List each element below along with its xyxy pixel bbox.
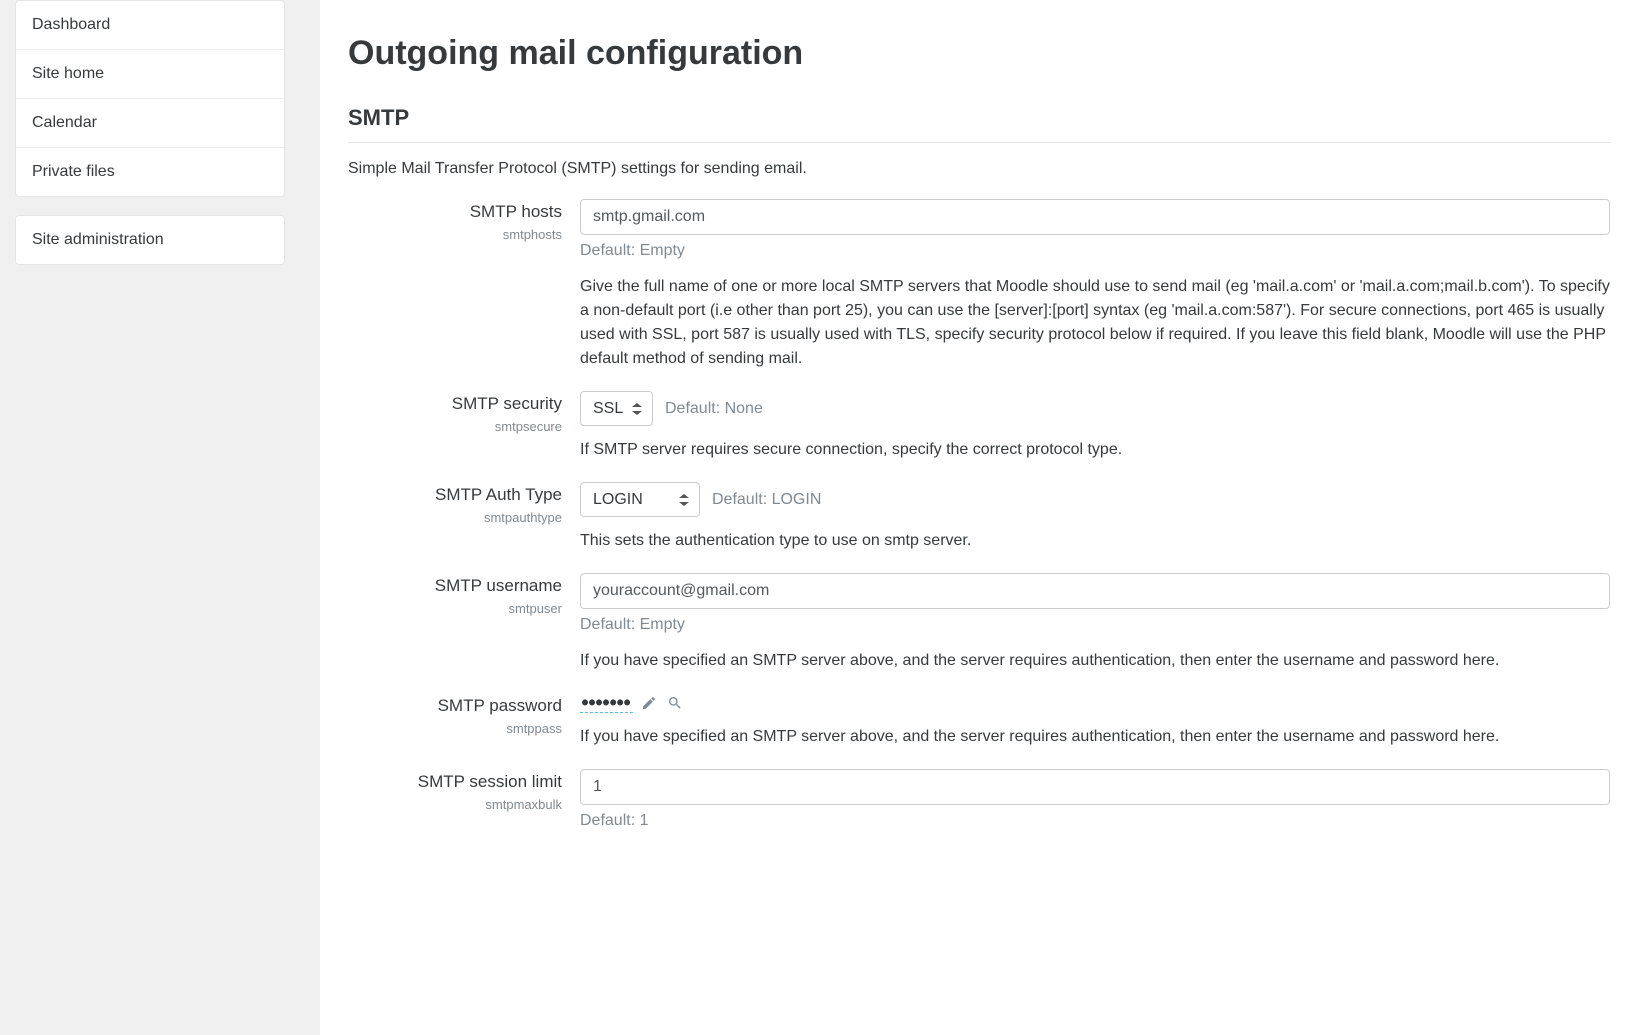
main-content: Outgoing mail configuration SMTP Simple … (320, 0, 1638, 1035)
field-smtpsecure: SMTP security smtpsecure SSL Default: No… (348, 391, 1610, 462)
sidebar-item-site-home[interactable]: Site home (16, 50, 284, 99)
field-value-col: SSL Default: None If SMTP server require… (580, 391, 1610, 462)
section-title: SMTP (348, 101, 1610, 143)
field-help: Give the full name of one or more local … (580, 275, 1610, 371)
field-help: If you have specified an SMTP server abo… (580, 725, 1610, 749)
field-setting-name: smtphosts (348, 225, 562, 245)
field-value-col: Default: 1 (580, 769, 1610, 833)
sidebar: Dashboard Site home Calendar Private fil… (0, 0, 300, 1035)
sidebar-admin-block: Site administration (15, 215, 285, 265)
sidebar-item-calendar[interactable]: Calendar (16, 99, 284, 148)
page-title: Outgoing mail configuration (348, 28, 1610, 79)
sidebar-nav-block: Dashboard Site home Calendar Private fil… (15, 0, 285, 197)
reveal-icon[interactable] (665, 693, 685, 713)
sidebar-item-private-files[interactable]: Private files (16, 148, 284, 196)
field-value-col: ●●●●●●● If you have specified an SMTP se… (580, 693, 1610, 749)
field-default: Default: Empty (580, 239, 1610, 263)
field-label: SMTP session limit (348, 769, 562, 795)
field-value-col: Default: Empty Give the full name of one… (580, 199, 1610, 371)
field-label: SMTP username (348, 573, 562, 599)
field-label-col: SMTP hosts smtphosts (348, 199, 580, 371)
field-label: SMTP Auth Type (348, 482, 562, 508)
field-setting-name: smtpsecure (348, 417, 562, 437)
field-label-col: SMTP security smtpsecure (348, 391, 580, 462)
field-setting-name: smtpuser (348, 599, 562, 619)
edit-icon[interactable] (639, 693, 659, 713)
smtpauthtype-select[interactable]: LOGIN (580, 482, 700, 517)
field-default: Default: LOGIN (712, 488, 821, 512)
field-smtpauthtype: SMTP Auth Type smtpauthtype LOGIN Defaul… (348, 482, 1610, 553)
field-default: Default: None (665, 397, 763, 421)
smtpsecure-select[interactable]: SSL (580, 391, 653, 426)
field-label-col: SMTP password smtppass (348, 693, 580, 749)
field-help: If SMTP server requires secure connectio… (580, 438, 1610, 462)
field-smtppass: SMTP password smtppass ●●●●●●● If you ha… (348, 693, 1610, 749)
field-label-col: SMTP Auth Type smtpauthtype (348, 482, 580, 553)
field-label: SMTP hosts (348, 199, 562, 225)
smtphosts-input[interactable] (580, 199, 1610, 235)
sidebar-item-site-administration[interactable]: Site administration (16, 216, 284, 264)
field-default: Default: Empty (580, 613, 1610, 637)
sidebar-item-dashboard[interactable]: Dashboard (16, 1, 284, 50)
field-smtpmaxbulk: SMTP session limit smtpmaxbulk Default: … (348, 769, 1610, 833)
field-value-col: Default: Empty If you have specified an … (580, 573, 1610, 673)
section-description: Simple Mail Transfer Protocol (SMTP) set… (348, 157, 1610, 181)
field-setting-name: smtppass (348, 719, 562, 739)
field-label: SMTP password (348, 693, 562, 719)
field-value-col: LOGIN Default: LOGIN This sets the authe… (580, 482, 1610, 553)
field-help: If you have specified an SMTP server abo… (580, 649, 1610, 673)
smtppass-masked[interactable]: ●●●●●●● (580, 693, 633, 713)
smtpmaxbulk-input[interactable] (580, 769, 1610, 805)
field-label-col: SMTP session limit smtpmaxbulk (348, 769, 580, 833)
field-smtphosts: SMTP hosts smtphosts Default: Empty Give… (348, 199, 1610, 371)
field-smtpuser: SMTP username smtpuser Default: Empty If… (348, 573, 1610, 673)
field-help: This sets the authentication type to use… (580, 529, 1610, 553)
field-label-col: SMTP username smtpuser (348, 573, 580, 673)
field-label: SMTP security (348, 391, 562, 417)
smtpuser-input[interactable] (580, 573, 1610, 609)
field-setting-name: smtpauthtype (348, 508, 562, 528)
field-default: Default: 1 (580, 809, 1610, 833)
field-setting-name: smtpmaxbulk (348, 795, 562, 815)
smtp-section: SMTP Simple Mail Transfer Protocol (SMTP… (348, 101, 1610, 833)
